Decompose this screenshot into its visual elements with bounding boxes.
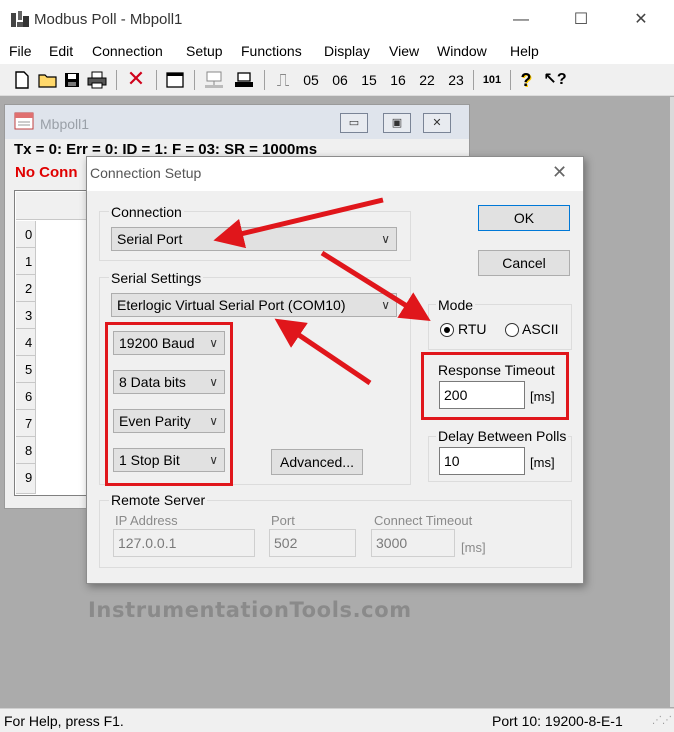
status-help-text: For Help, press F1. [4,713,124,729]
resize-grip-icon[interactable]: ⋰⋰ [652,715,672,729]
arrow-to-serial-port [274,318,372,386]
status-port-text: Port 10: 19200-8-E-1 [492,713,623,729]
annotation-arrows [213,197,431,386]
arrow-to-mode [320,250,431,321]
arrow-to-connection [213,197,384,249]
watermark-text: InstrumentationTools.com [88,598,412,622]
